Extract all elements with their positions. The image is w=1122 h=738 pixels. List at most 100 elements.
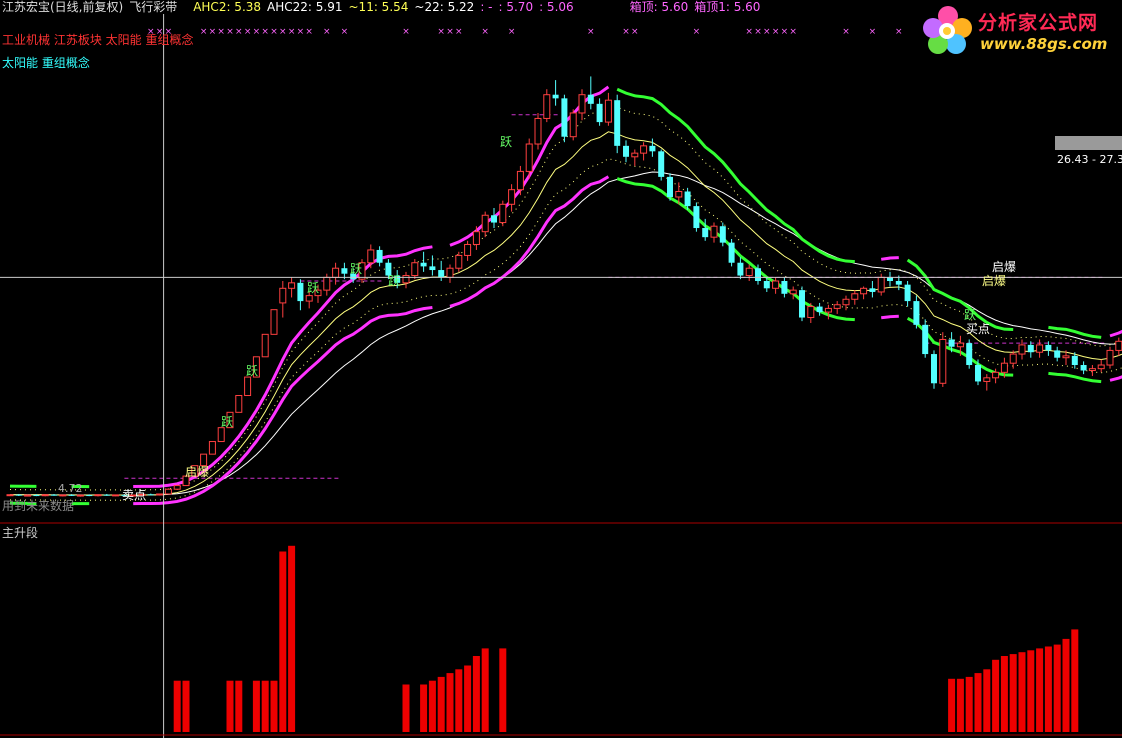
top-signal-marker-36: ×	[323, 27, 331, 37]
price-range-label: 26.43 - 27.3	[1057, 153, 1122, 166]
top-signal-marker-31: ×	[279, 27, 287, 37]
candle-body-0	[6, 494, 14, 497]
top-signal-marker-30: ×	[270, 27, 278, 37]
signal-start-burst-3: 启爆	[982, 274, 1007, 288]
main-rise-bar-33	[1071, 629, 1079, 732]
candle-body-70	[623, 145, 629, 157]
top-signal-marker-54: ×	[481, 27, 489, 37]
signal-jump-1: 跃	[221, 415, 234, 429]
candle-body-30	[270, 309, 278, 335]
main-rise-bar-23	[983, 669, 991, 732]
main-rise-bar-0	[173, 680, 181, 732]
candle-body-9	[86, 495, 93, 497]
candle-body-82	[728, 242, 735, 263]
main-rise-bar-2	[226, 680, 234, 732]
candle-body-57	[508, 189, 516, 205]
candle-body-73	[649, 145, 656, 152]
candle-body-65	[578, 94, 586, 114]
top-signal-marker-78: ×	[693, 27, 701, 37]
lower-band-up-10	[133, 306, 433, 506]
upper-band-up-40	[880, 256, 899, 261]
candle-body-75	[667, 176, 673, 197]
candle-body-93	[824, 307, 832, 313]
signal-jump-6: 跃	[500, 135, 513, 149]
candle-body-45	[402, 275, 410, 284]
lower-band-down-64	[1048, 371, 1102, 384]
candle-body-107	[948, 339, 955, 347]
main-rise-bar-3	[235, 680, 243, 732]
candle-body-32	[288, 282, 296, 289]
signal-sell-point: 卖点	[122, 488, 147, 502]
main-rise-bar-13	[446, 673, 454, 732]
candle-body-1	[15, 494, 22, 496]
candle-body-117	[1036, 344, 1044, 353]
main-rise-bar-15	[464, 665, 472, 732]
candle-body-122	[1080, 365, 1087, 371]
candle-body-90	[799, 290, 805, 318]
top-signal-marker-24: ×	[217, 27, 225, 37]
box-top-value: 箱顶: 5.60	[629, 0, 689, 14]
top-signal-marker-38: ×	[341, 27, 349, 37]
candle-body-26	[235, 395, 243, 413]
top-signal-marker-49: ×	[437, 27, 445, 37]
main-rise-bar-1	[182, 680, 190, 732]
upper-band-down-64	[1048, 325, 1102, 339]
candle-body-101	[895, 281, 902, 285]
candle-body-105	[931, 354, 937, 384]
candle-body-126	[1115, 340, 1122, 351]
main-rise-bar-5	[261, 680, 269, 732]
upper-band-down-58	[616, 87, 855, 264]
signal-jump-5: 跃	[388, 274, 401, 288]
site-logo: 分析家公式网 www.88gs.com	[920, 4, 1118, 56]
ahc22-value: AHC22: 5.91	[267, 0, 343, 14]
candle-body-38	[341, 268, 348, 274]
top-signal-marker-88: ×	[781, 27, 789, 37]
candle-body-17	[156, 493, 164, 496]
main-rise-bar-14	[455, 669, 463, 732]
top-signal-marker-89: ×	[789, 27, 797, 37]
start-price-label: 4.72	[58, 482, 83, 495]
fast-ma-line	[9, 131, 1122, 496]
candle-body-66	[587, 94, 594, 104]
candle-body-4	[41, 494, 49, 497]
slow-ma-line	[9, 171, 1122, 496]
main-rise-bar-21	[965, 676, 973, 732]
candle-body-55	[491, 215, 497, 223]
candle-body-109	[966, 343, 973, 366]
top-signal-marker-27: ×	[244, 27, 252, 37]
candle-body-87	[772, 280, 780, 289]
candle-body-37	[332, 267, 340, 278]
upper-band-up-61	[1109, 329, 1122, 338]
box-top1-value: 箱顶1: 5.60	[694, 0, 761, 14]
candle-body-95	[842, 298, 850, 306]
signal-buy-point: 买点	[966, 322, 991, 336]
main-rise-bar-28	[1027, 650, 1035, 732]
candle-body-29	[261, 333, 269, 358]
main-rise-bar-29	[1036, 648, 1044, 732]
chart-stage[interactable]: × × × × × × × × × × × × × × × × × × × × × × × × × × × × × × × × × × × × × 江苏…	[0, 0, 1122, 738]
main-rise-bar-11	[428, 680, 436, 732]
dash-value: : -	[480, 0, 493, 14]
candle-body-63	[561, 98, 568, 137]
candle-body-11	[103, 494, 110, 496]
main-rise-bar-16	[472, 656, 480, 732]
signal-jump-7: 跃	[964, 308, 977, 322]
stock-title: 江苏宏宝(日线,前复权)	[2, 0, 124, 14]
candlestick-chart[interactable]: × × × × × × × × × × × × × × × × × × × × × × × × × × × × × × × × × × × × ×	[0, 0, 1122, 738]
top-signal-marker-101: ×	[895, 27, 903, 37]
top-signal-marker-51: ×	[455, 27, 463, 37]
top-signal-marker-33: ×	[297, 27, 305, 37]
main-rise-bar-32	[1062, 638, 1070, 732]
chart-header: 江苏宏宝(日线,前复权) 飞行彩带 AHC2: 5.38 AHC22: 5.91 ~11…	[2, 0, 766, 14]
top-signal-marker-95: ×	[842, 27, 850, 37]
candle-body-50	[446, 267, 454, 278]
candle-body-22	[200, 453, 208, 467]
main-rise-bar-9	[402, 684, 410, 732]
candle-body-77	[684, 191, 691, 207]
main-rise-bar-17	[481, 648, 489, 732]
candle-body-19	[173, 485, 181, 490]
candle-body-51	[455, 254, 463, 269]
candle-body-108	[956, 342, 964, 348]
candle-body-53	[472, 231, 480, 245]
candle-body-2	[24, 494, 32, 497]
